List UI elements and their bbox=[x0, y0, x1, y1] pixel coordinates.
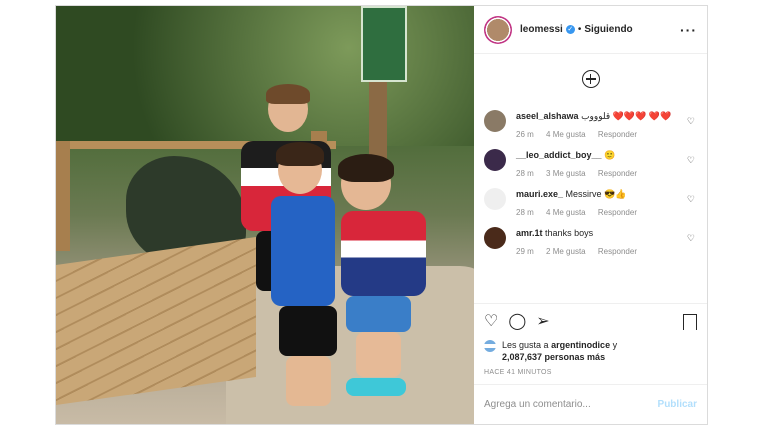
post-timestamp[interactable]: HACE 41 MINUTOS bbox=[474, 363, 707, 384]
child-figure bbox=[338, 154, 394, 182]
comment-age: 28 m bbox=[516, 169, 534, 178]
comment-item: aseel_alshawa قلوووب ❤️❤️❤️ ❤️❤️ 26 m 4 … bbox=[484, 110, 697, 139]
separator-dot: • bbox=[577, 24, 582, 35]
add-comment-bar: Publicar bbox=[474, 384, 707, 424]
heart-icon[interactable]: ♡ bbox=[687, 194, 695, 205]
avatar[interactable] bbox=[484, 15, 512, 44]
save-bookmark-icon[interactable] bbox=[683, 313, 697, 330]
likes-summary: Les gusta a argentinodice y 2,087,637 pe… bbox=[474, 339, 707, 363]
comment-username[interactable]: __leo_addict_boy__ bbox=[516, 150, 602, 160]
reply-button[interactable]: Responder bbox=[598, 208, 637, 217]
comment-likes[interactable]: 4 Me gusta bbox=[546, 208, 586, 217]
heart-icon[interactable]: ♡ bbox=[687, 116, 695, 127]
share-send-icon[interactable]: ➢ bbox=[536, 313, 549, 330]
comment-bubble-icon[interactable]: ◯ bbox=[508, 313, 526, 330]
comment-avatar[interactable] bbox=[484, 188, 506, 210]
child-figure bbox=[276, 142, 324, 166]
child-figure bbox=[341, 211, 426, 296]
child-figure bbox=[346, 378, 406, 396]
comment-item: mauri.exe_ Messirve 😎👍 28 m 4 Me gusta R… bbox=[484, 188, 697, 217]
comment-item: amr.1t thanks boys 29 m 2 Me gusta Respo… bbox=[484, 227, 697, 256]
child-figure bbox=[271, 196, 335, 306]
post-photo[interactable] bbox=[56, 6, 474, 424]
child-figure bbox=[356, 332, 401, 377]
comment-item: __leo_addict_boy__ 🙂 28 m 3 Me gusta Res… bbox=[484, 149, 697, 178]
reply-button[interactable]: Responder bbox=[598, 169, 637, 178]
bridge-post bbox=[56, 141, 70, 251]
comment-avatar[interactable] bbox=[484, 227, 506, 249]
liker-username[interactable]: argentinodice bbox=[551, 340, 610, 350]
comment-avatar[interactable] bbox=[484, 149, 506, 171]
publish-button[interactable]: Publicar bbox=[658, 399, 697, 410]
likes-prefix: Les gusta a bbox=[502, 340, 549, 350]
child-figure bbox=[266, 84, 310, 104]
reply-button[interactable]: Responder bbox=[598, 130, 637, 139]
child-figure bbox=[346, 296, 411, 332]
likes-count[interactable]: 2,087,637 personas más bbox=[502, 352, 605, 362]
reply-button[interactable]: Responder bbox=[598, 247, 637, 256]
comment-likes[interactable]: 4 Me gusta bbox=[546, 130, 586, 139]
verified-badge-icon: ✓ bbox=[565, 25, 575, 34]
comment-age: 28 m bbox=[516, 208, 534, 217]
like-heart-icon[interactable]: ♡ bbox=[484, 313, 498, 330]
post-username[interactable]: leomessi bbox=[520, 24, 563, 35]
heart-icon[interactable]: ♡ bbox=[687, 233, 695, 244]
comment-text: 🙂 bbox=[604, 150, 616, 160]
child-figure bbox=[286, 356, 331, 406]
post-frame: leomessi ✓ • Siguiendo ··· aseel_alshawa… bbox=[55, 5, 708, 425]
child-figure bbox=[279, 306, 337, 356]
comment-input[interactable] bbox=[484, 399, 658, 410]
liker-avatar[interactable] bbox=[484, 340, 496, 352]
comment-likes[interactable]: 3 Me gusta bbox=[546, 169, 586, 178]
likes-joiner: y bbox=[612, 340, 618, 350]
comment-text: Messirve 😎👍 bbox=[565, 189, 627, 199]
heart-icon[interactable]: ♡ bbox=[687, 155, 695, 166]
load-more-comments-icon[interactable] bbox=[581, 70, 600, 88]
follow-status-button[interactable]: Siguiendo bbox=[584, 24, 632, 35]
wooden-bridge bbox=[56, 236, 256, 406]
trail-sign bbox=[361, 6, 407, 82]
comment-age: 26 m bbox=[516, 130, 534, 139]
comment-age: 29 m bbox=[516, 247, 534, 256]
comment-username[interactable]: mauri.exe_ bbox=[516, 189, 563, 199]
comment-avatar[interactable] bbox=[484, 110, 506, 132]
comment-likes[interactable]: 2 Me gusta bbox=[546, 247, 586, 256]
comment-username[interactable]: aseel_alshawa bbox=[516, 111, 579, 121]
comment-username[interactable]: amr.1t bbox=[516, 228, 543, 238]
post-sidebar: leomessi ✓ • Siguiendo ··· aseel_alshawa… bbox=[474, 6, 707, 424]
trees-background bbox=[56, 6, 474, 146]
more-horizontal-icon[interactable]: ··· bbox=[680, 22, 697, 38]
comments-list[interactable]: aseel_alshawa قلوووب ❤️❤️❤️ ❤️❤️ 26 m 4 … bbox=[474, 54, 707, 303]
comment-text: قلوووب ❤️❤️❤️ ❤️❤️ bbox=[581, 111, 672, 121]
post-actions: ♡ ◯ ➢ bbox=[474, 303, 707, 339]
post-header: leomessi ✓ • Siguiendo ··· bbox=[474, 6, 707, 54]
comment-text: thanks boys bbox=[545, 228, 594, 238]
